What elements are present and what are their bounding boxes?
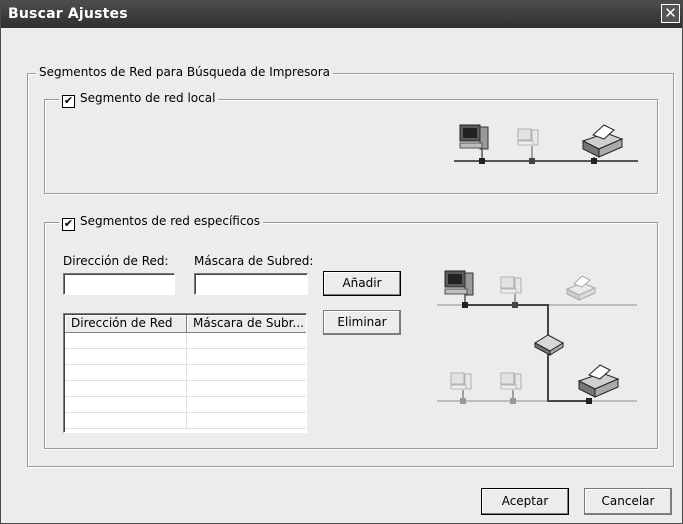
local-network-diagram-icon — [454, 124, 638, 164]
network-segments-legend: Segmentos de Red para Búsqueda de Impres… — [36, 65, 333, 79]
empty-row — [65, 397, 306, 413]
local-segment-checkbox[interactable]: ✔ — [62, 95, 75, 108]
computer-icon — [500, 372, 522, 404]
window-title: Buscar Ajustes — [8, 6, 128, 22]
search-settings-dialog: Buscar Ajustes ✕ Segmentos de Red para B… — [0, 0, 683, 524]
subnet-mask-label: Máscara de Subred: — [194, 254, 314, 268]
add-button[interactable]: Añadir — [323, 271, 401, 296]
empty-row — [65, 349, 306, 365]
router-icon — [533, 334, 565, 356]
ok-button-label: Aceptar — [501, 494, 549, 508]
routed-network-diagram-icon — [437, 270, 637, 404]
printer-icon — [565, 275, 597, 301]
specific-segments-checkbox[interactable]: ✔ — [62, 218, 75, 231]
local-segment-label: Segmento de red local — [80, 91, 216, 105]
add-button-label: Añadir — [342, 276, 382, 290]
printer-icon — [581, 124, 624, 164]
computer-icon — [500, 276, 522, 308]
network-address-input[interactable] — [63, 273, 175, 295]
network-address-label: Dirección de Red: — [63, 254, 169, 268]
remove-button-label: Eliminar — [337, 315, 387, 329]
column-header-subnet-mask[interactable]: Máscara de Subr... — [187, 315, 306, 333]
segments-list[interactable]: Dirección de Red Máscara de Subr... — [63, 313, 307, 433]
column-header-network-address[interactable]: Dirección de Red — [65, 315, 187, 333]
ok-button[interactable]: Aceptar — [481, 488, 569, 515]
specific-segments-label: Segmentos de red específicos — [80, 214, 261, 228]
cancel-button-label: Cancelar — [601, 494, 655, 508]
close-icon: ✕ — [664, 4, 677, 22]
cancel-button[interactable]: Cancelar — [584, 488, 672, 515]
computer-icon — [459, 124, 489, 164]
empty-row — [65, 381, 306, 397]
empty-row — [65, 333, 306, 349]
segments-list-header: Dirección de Red Máscara de Subr... — [65, 315, 306, 333]
close-button[interactable]: ✕ — [661, 4, 680, 23]
empty-row — [65, 365, 306, 381]
check-icon: ✔ — [63, 217, 74, 230]
subnet-mask-input[interactable] — [194, 273, 308, 295]
segments-list-body — [65, 333, 306, 429]
check-icon: ✔ — [63, 94, 74, 107]
printer-icon — [577, 364, 620, 404]
computer-icon — [450, 372, 472, 404]
remove-button[interactable]: Eliminar — [323, 310, 401, 335]
empty-row — [65, 413, 306, 429]
specific-segments-legend: ✔ Segmentos de red específicos — [59, 214, 264, 231]
local-segment-legend: ✔ Segmento de red local — [59, 91, 219, 108]
computer-icon — [517, 128, 539, 164]
computer-icon — [444, 270, 474, 308]
title-bar[interactable]: Buscar Ajustes ✕ — [1, 1, 682, 28]
